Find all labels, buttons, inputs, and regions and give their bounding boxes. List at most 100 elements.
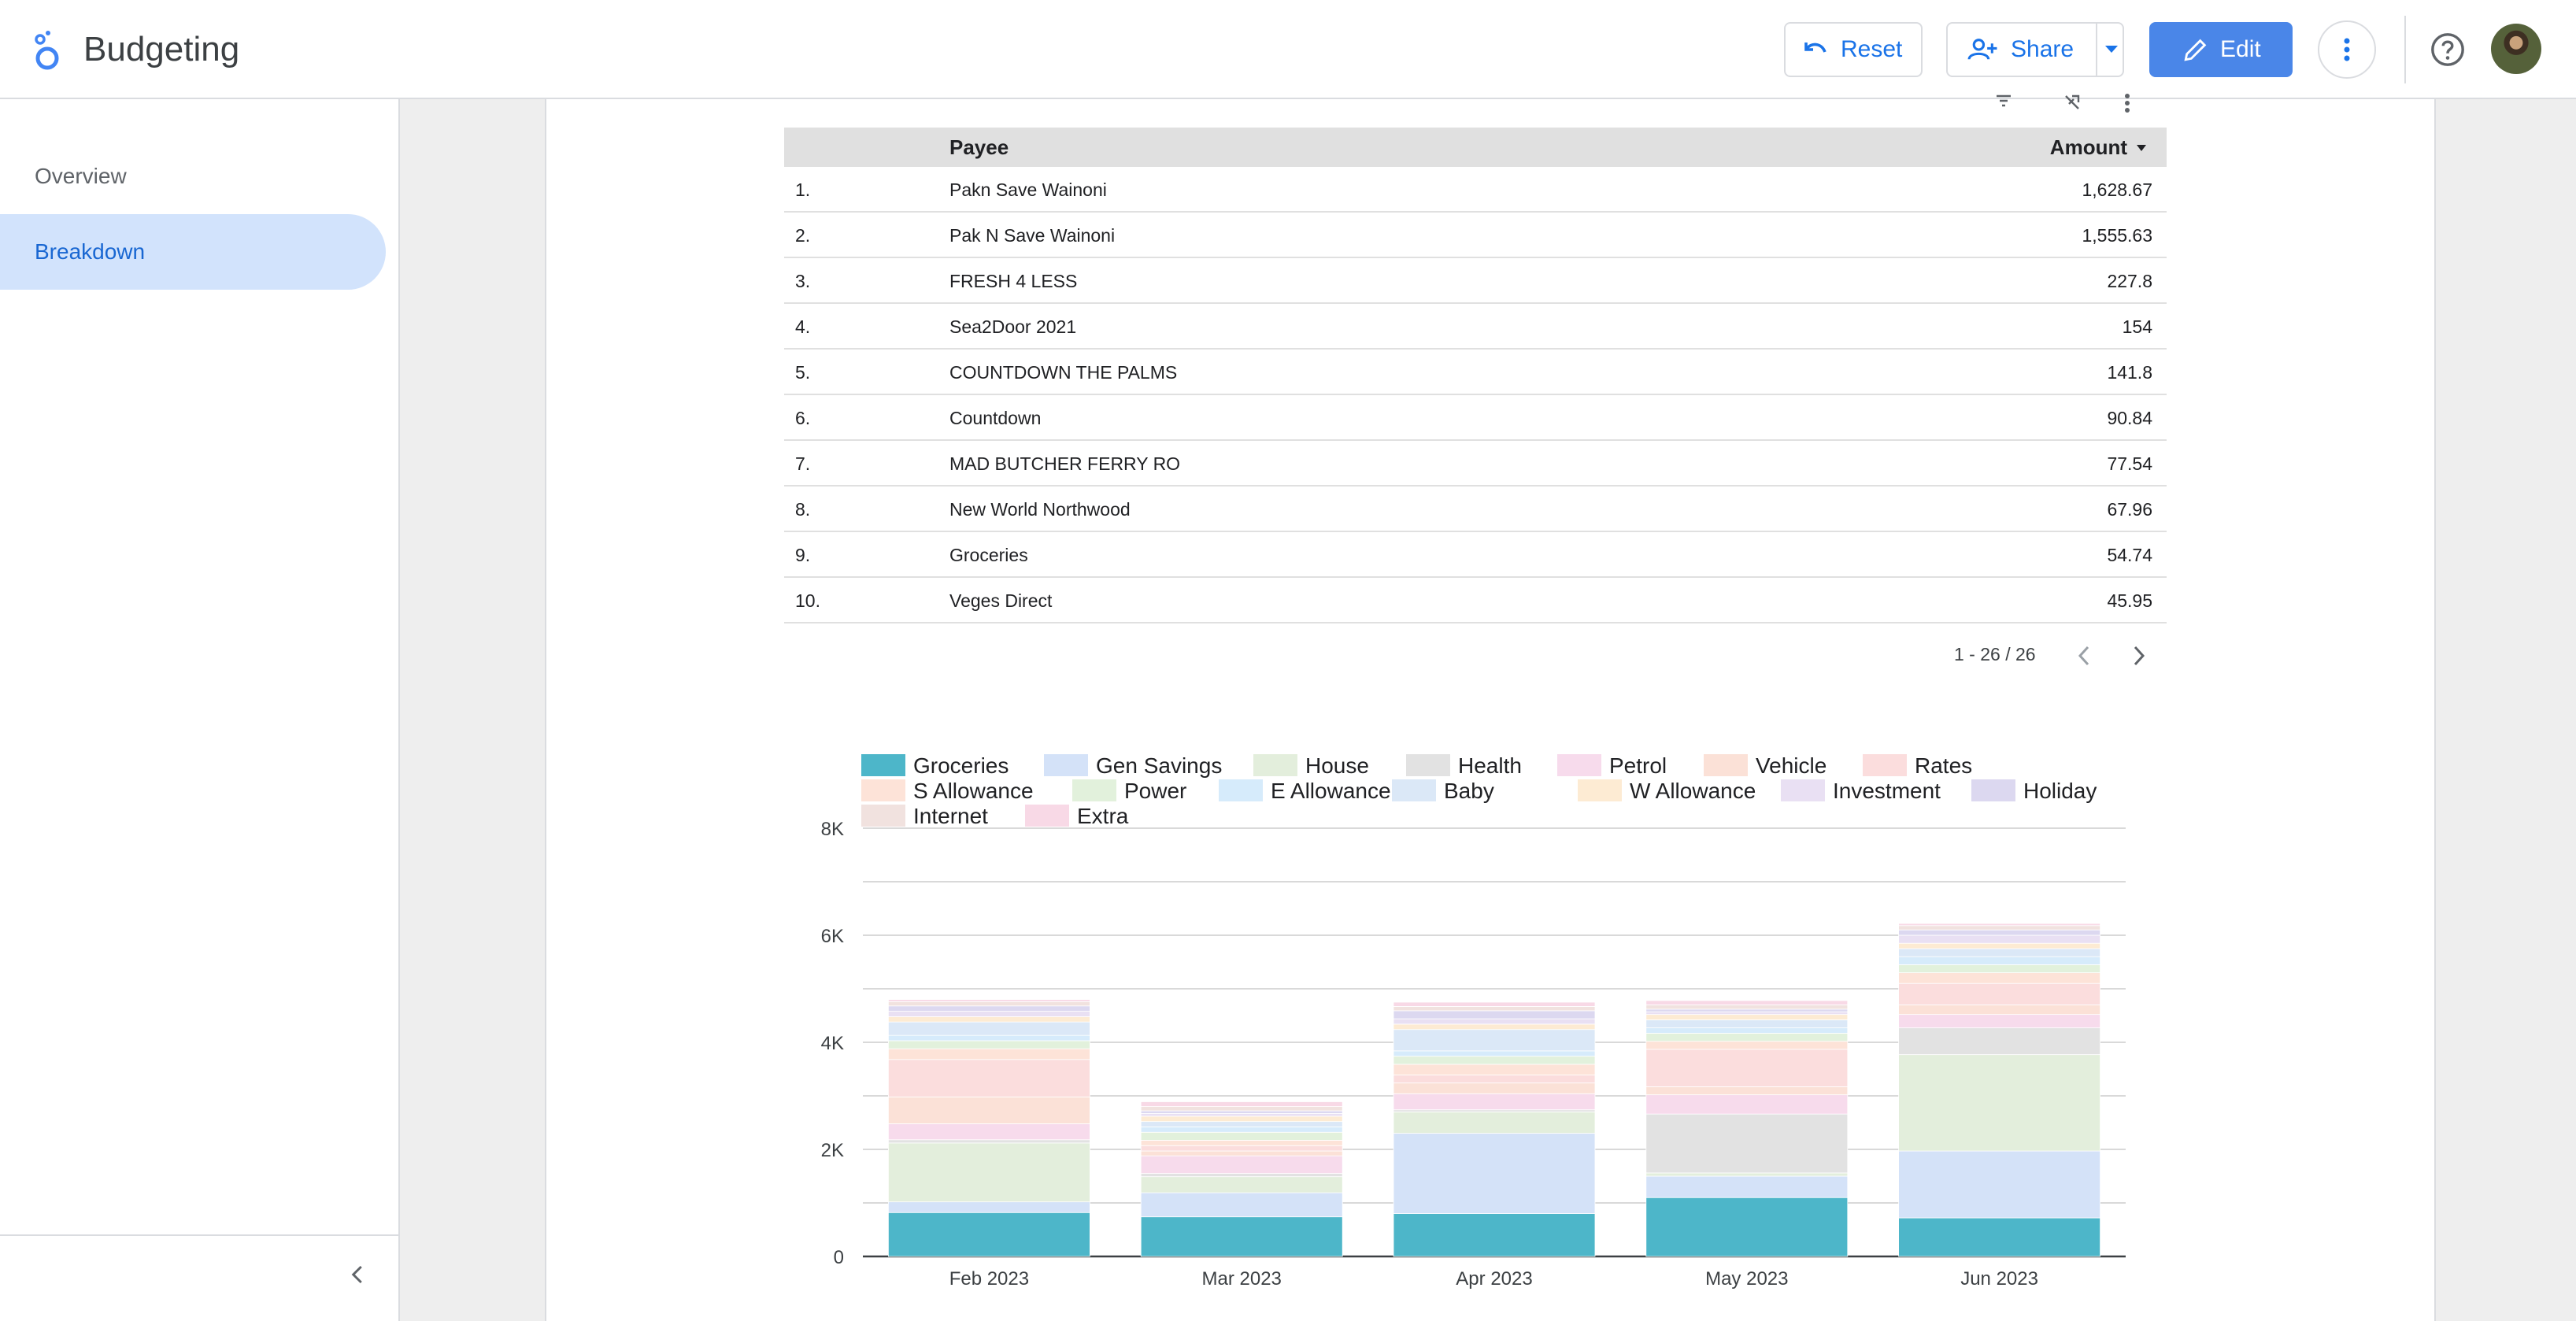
bar-segment [887, 1005, 1090, 1012]
payee-cell: Pakn Save Wainoni [949, 179, 1107, 200]
bar-segment [1140, 1145, 1343, 1152]
legend-label: Groceries [913, 753, 1009, 778]
amount-cell: 90.84 [2107, 408, 2152, 428]
amount-cell: 227.8 [2107, 271, 2152, 291]
bar-segment [1645, 1033, 1849, 1042]
bar-segment [1645, 1011, 1849, 1016]
payee-cell: Veges Direct [949, 590, 1053, 611]
y-tick-label: 8K [821, 819, 844, 840]
bar-segment [1645, 1027, 1849, 1034]
bar-segment [1898, 1150, 2100, 1219]
bar-segment [1393, 1050, 1596, 1057]
nav-item-label: Breakdown [35, 239, 146, 264]
reset-button[interactable]: Reset [1784, 22, 1923, 77]
bar-segment [1140, 1216, 1343, 1257]
legend-label: Petrol [1609, 753, 1667, 778]
nav-item-label: Overview [35, 164, 127, 188]
help-icon[interactable] [2430, 31, 2466, 68]
y-tick-label: 4K [821, 1033, 844, 1054]
y-tick-label: 0 [834, 1247, 844, 1268]
drill-icon[interactable] [2063, 93, 2082, 112]
table-row[interactable]: 1. Pakn Save Wainoni 1,628.67 [784, 167, 2167, 213]
legend-label: S Allowance [913, 779, 1034, 803]
amount-cell: 54.74 [2107, 545, 2152, 565]
column-header-payee[interactable]: Payee [949, 135, 1009, 160]
table-row[interactable]: 9. Groceries 54.74 [784, 532, 2167, 578]
x-tick-label: Feb 2023 [949, 1268, 1029, 1290]
bar-segment [1140, 1127, 1343, 1133]
chevron-left-icon[interactable] [2075, 644, 2093, 668]
bar-segment [887, 999, 1090, 1002]
table-row[interactable]: 7. MAD BUTCHER FERRY RO 77.54 [784, 441, 2167, 487]
nav-item-overview[interactable]: Overview [0, 139, 386, 214]
bar-segment [1898, 1054, 2100, 1152]
row-number: 2. [795, 225, 811, 246]
column-header-amount[interactable]: Amount [2050, 135, 2148, 160]
table-row[interactable]: 4. Sea2Door 2021 154 [784, 304, 2167, 350]
bar-segment [1393, 1029, 1596, 1052]
bar-segment [1140, 1140, 1343, 1146]
table-row[interactable]: 2. Pak N Save Wainoni 1,555.63 [784, 213, 2167, 258]
more-vert-icon[interactable] [2124, 93, 2130, 113]
table-row[interactable]: 8. New World Northwood 67.96 [784, 487, 2167, 532]
legend-label: Health [1458, 753, 1522, 778]
bar-segment [1898, 929, 2100, 936]
x-tick-label: Mar 2023 [1202, 1268, 1282, 1290]
caret-down-icon [2105, 46, 2118, 53]
bar-segment [887, 1142, 1090, 1203]
bar-segment [1898, 972, 2100, 984]
bar-segment [1140, 1110, 1343, 1114]
bar-segment [1140, 1131, 1343, 1141]
bar-segment [1898, 956, 2100, 965]
bar-segment [1393, 1010, 1596, 1019]
legend-label: Vehicle [1756, 753, 1827, 778]
pencil-icon [2184, 39, 2207, 61]
bar-segment [1393, 1064, 1596, 1075]
filter-icon[interactable] [1995, 93, 2012, 109]
bar-segment [1645, 1086, 1849, 1096]
row-number: 8. [795, 499, 811, 520]
y-tick-label: 2K [821, 1140, 844, 1161]
bar-segment [1645, 1041, 1849, 1050]
payee-cell: New World Northwood [949, 499, 1131, 520]
legend-swatch [1863, 754, 1907, 776]
table-row[interactable]: 10. Veges Direct 45.95 [784, 578, 2167, 623]
top-app-bar: Budgeting Reset Share Edit [0, 0, 2576, 99]
legend-label: Internet [913, 804, 988, 828]
bar-segment [1393, 1075, 1596, 1084]
add-person-icon [1967, 39, 1997, 60]
row-number: 10. [795, 590, 820, 611]
legend-swatch [1406, 754, 1450, 776]
report-title: Budgeting [83, 30, 240, 68]
bar-segment [1140, 1155, 1343, 1174]
bar-segment [1645, 1004, 1849, 1010]
payee-cell: FRESH 4 LESS [949, 271, 1078, 291]
nav-item-breakdown[interactable]: Breakdown [0, 214, 386, 290]
bar-segment [1645, 1094, 1849, 1115]
table-row[interactable]: 3. FRESH 4 LESS 227.8 [784, 258, 2167, 304]
legend-label: Investment [1833, 779, 1941, 803]
chevron-left-icon[interactable] [346, 1263, 370, 1286]
legend-swatch [1044, 754, 1088, 776]
legend-label: W Allowance [1630, 779, 1756, 803]
bar-segment [1898, 982, 2100, 1005]
row-number: 5. [795, 362, 811, 383]
bar-segment [1140, 1113, 1343, 1117]
bar-segment [1645, 1175, 1849, 1198]
bar-segment [887, 1139, 1090, 1144]
amount-cell: 154 [2122, 316, 2152, 337]
legend-label: Holiday [2023, 779, 2097, 803]
more-options-button[interactable] [2318, 20, 2376, 79]
edit-button[interactable]: Edit [2149, 22, 2293, 77]
bar-segment [1645, 1019, 1849, 1029]
user-avatar[interactable] [2491, 24, 2541, 74]
row-number: 4. [795, 316, 811, 337]
table-row[interactable]: 6. Countdown 90.84 [784, 395, 2167, 441]
share-dropdown-button[interactable] [2096, 22, 2126, 77]
bar-segment [887, 1059, 1090, 1097]
bar-segment [1140, 1121, 1343, 1127]
table-row[interactable]: 5. COUNTDOWN THE PALMS 141.8 [784, 350, 2167, 395]
legend-swatch [1781, 779, 1825, 801]
chevron-right-icon[interactable] [2130, 644, 2148, 668]
more-vert-icon [2344, 38, 2350, 61]
